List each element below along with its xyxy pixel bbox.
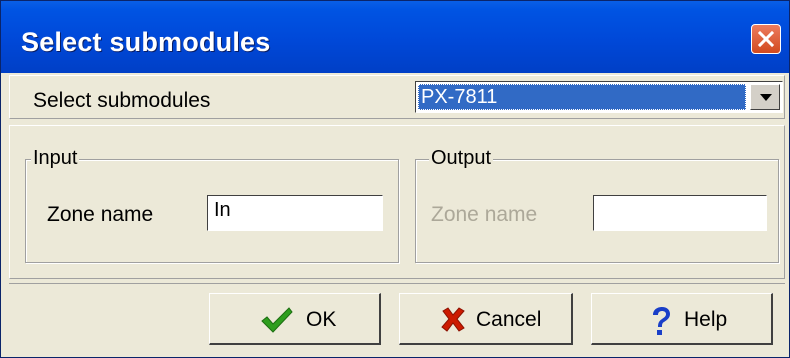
help-button[interactable]: Help <box>591 293 773 345</box>
submodule-dropdown[interactable]: PX-7811 <box>415 81 783 113</box>
output-group-title: Output <box>429 147 494 170</box>
input-group-title: Input <box>31 147 80 170</box>
input-zone-name-field[interactable]: In <box>207 195 383 231</box>
window-title: Select submodules <box>21 27 271 57</box>
output-zone-name-label: Zone name <box>431 203 538 226</box>
close-icon <box>757 30 775 48</box>
close-button[interactable] <box>751 24 781 54</box>
question-mark-icon <box>653 307 670 335</box>
chevron-down-icon <box>760 94 772 101</box>
dropdown-button[interactable] <box>750 84 780 110</box>
input-zone-name-label: Zone name <box>47 203 154 226</box>
cancel-button-label: Cancel <box>476 308 542 331</box>
title-bar[interactable]: Select submodules <box>1 1 789 73</box>
submodule-selector-label: Select submodules <box>33 89 211 112</box>
ok-button-label: OK <box>306 308 337 331</box>
submodule-dropdown-value[interactable]: PX-7811 <box>418 84 746 110</box>
output-zone-name-field[interactable] <box>593 195 767 231</box>
cancel-button[interactable]: Cancel <box>399 293 573 345</box>
ok-button[interactable]: OK <box>209 293 381 345</box>
x-mark-icon <box>441 307 465 332</box>
dialog-window: Select submodules Select submodules PX-7… <box>0 0 790 358</box>
help-button-label: Help <box>684 308 728 331</box>
checkmark-icon <box>261 307 293 333</box>
